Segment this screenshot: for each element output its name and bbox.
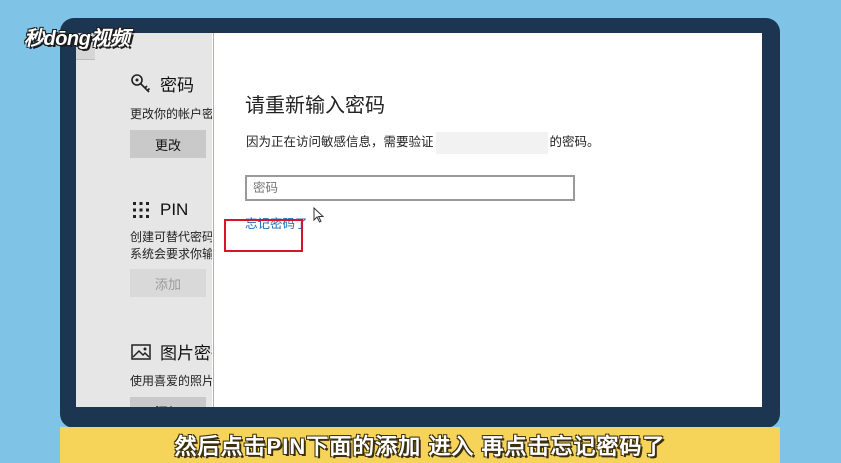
pin-description-line1: 创建可替代密码 [130,230,212,244]
picture-password-title: 图片密码 [160,344,212,363]
password-description: 更改你的帐户密 [130,107,212,121]
subtitle-bar: 然后点击PIN下面的添加 进入 再点击忘记密码了 [60,427,780,463]
dialog-title: 请重新输入密码 [245,95,385,117]
pin-title: PIN [160,200,189,219]
dialog-description: 因为正在访问敏感信息，需要验证 的密码。 [246,131,600,154]
password-title: 密码 [160,76,194,95]
settings-screen: 密码 更改你的帐户密 更改 PIN 创建可替代密码 系统会要求你输 添加 图片密… [76,33,762,407]
sign-in-options-panel: 密码 更改你的帐户密 更改 PIN 创建可替代密码 系统会要求你输 添加 图片密… [76,33,212,407]
picture-icon [130,341,152,363]
add-pin-button[interactable]: 添加 [130,269,206,297]
add-picture-password-button[interactable]: 添加 [130,397,206,407]
pin-heading: PIN [130,199,188,221]
key-icon [130,73,152,95]
password-heading: 密码 [130,71,194,96]
picture-password-heading: 图片密码 [130,339,212,364]
brand-logo: 秒dōng视频 [24,28,130,50]
redacted-account [435,131,548,154]
password-input[interactable] [245,175,575,201]
subtitle-text: 然后点击PIN下面的添加 进入 再点击忘记密码了 [174,434,666,459]
highlight-box [224,219,303,252]
picture-password-description: 使用喜爱的照片 [130,374,212,388]
dialog-description-start: 因为正在访问敏感信息，需要验证 [246,135,434,149]
mouse-cursor-icon [313,207,325,223]
pin-description-line2: 系统会要求你输 [130,247,212,261]
dialog-description-end: 的密码。 [549,135,600,149]
change-password-button[interactable]: 更改 [130,130,206,158]
keypad-icon [130,199,152,221]
